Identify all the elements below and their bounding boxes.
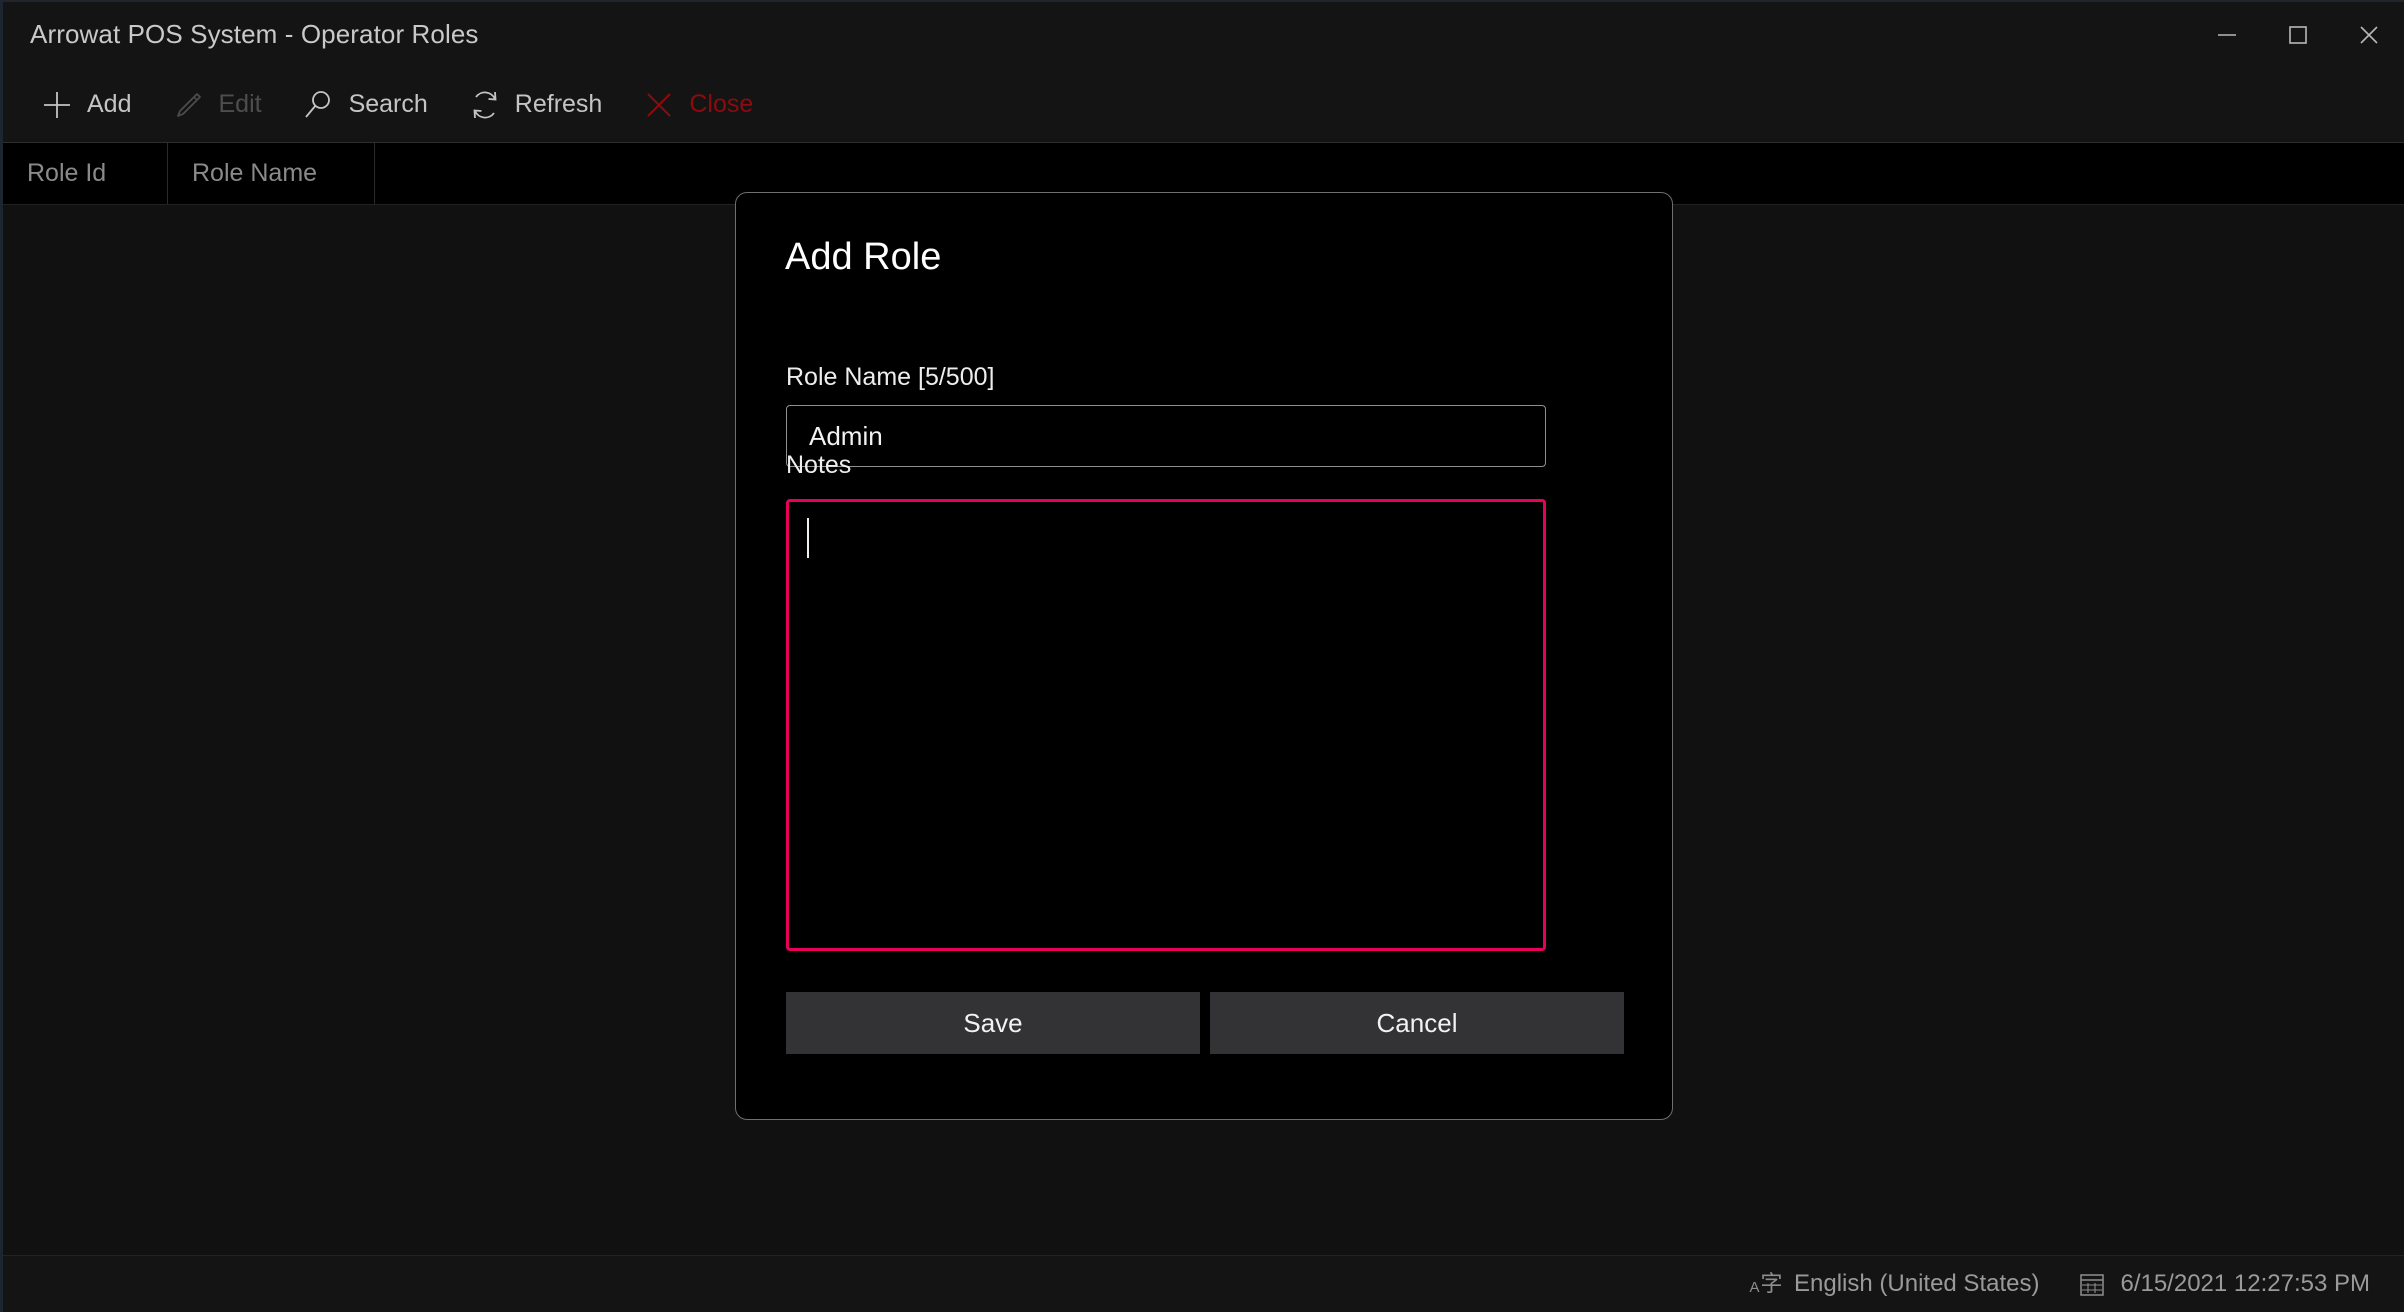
calendar-icon [2075,1267,2109,1301]
minimize-icon [2216,24,2238,46]
role-name-input[interactable] [786,405,1546,467]
toolbar-edit-label: Edit [218,90,262,118]
toolbar-close-label: Close [689,90,754,118]
maximize-icon [2287,24,2309,46]
refresh-icon [466,86,504,124]
text-caret [807,518,809,558]
column-header-role-id[interactable]: Role Id [3,143,168,204]
toolbar-edit-button[interactable]: Edit [156,79,274,131]
language-icon-glyph: 字 [1760,1271,1783,1296]
dialog-button-row: Save Cancel [786,992,1624,1054]
language-icon-letter: A [1749,1279,1760,1296]
toolbar-add-button[interactable]: Add [25,79,144,131]
language-icon: A字 [1749,1267,1783,1301]
application-window: Arrowat POS System - Operator Roles Add … [0,0,2404,1312]
close-icon [2357,23,2381,47]
add-role-dialog: Add Role Role Name [5/500] Notes Save Ca… [735,192,1673,1120]
save-button[interactable]: Save [786,992,1200,1054]
status-language-label: English (United States) [1794,1270,2040,1297]
column-header-role-name[interactable]: Role Name [168,143,375,204]
toolbar-close-button[interactable]: Close [627,79,766,131]
toolbar-search-button[interactable]: Search [287,79,441,131]
maximize-button[interactable] [2262,2,2333,67]
status-datetime-label: 6/15/2021 12:27:53 PM [2120,1270,2370,1297]
x-icon [640,86,678,124]
search-icon [300,86,338,124]
status-language[interactable]: A字 English (United States) [1749,1267,2040,1301]
pencil-icon [169,86,207,124]
status-bar: A字 English (United States) 6/15/2021 12:… [3,1255,2404,1312]
toolbar: Add Edit Search Refresh Close [3,67,2404,142]
window-controls [2191,2,2404,67]
notes-textarea[interactable] [786,499,1546,951]
status-datetime: 6/15/2021 12:27:53 PM [2075,1267,2370,1301]
toolbar-refresh-button[interactable]: Refresh [453,79,616,131]
toolbar-add-label: Add [87,90,132,118]
title-bar: Arrowat POS System - Operator Roles [3,2,2404,67]
toolbar-refresh-label: Refresh [514,90,603,118]
notes-label: Notes [786,451,852,479]
minimize-button[interactable] [2191,2,2262,67]
role-name-label: Role Name [5/500] [786,363,995,391]
toolbar-search-label: Search [348,90,428,118]
plus-icon [38,86,76,124]
window-close-button[interactable] [2333,2,2404,67]
window-title: Arrowat POS System - Operator Roles [30,19,479,49]
dialog-title: Add Role [785,236,942,278]
cancel-button[interactable]: Cancel [1210,992,1624,1054]
